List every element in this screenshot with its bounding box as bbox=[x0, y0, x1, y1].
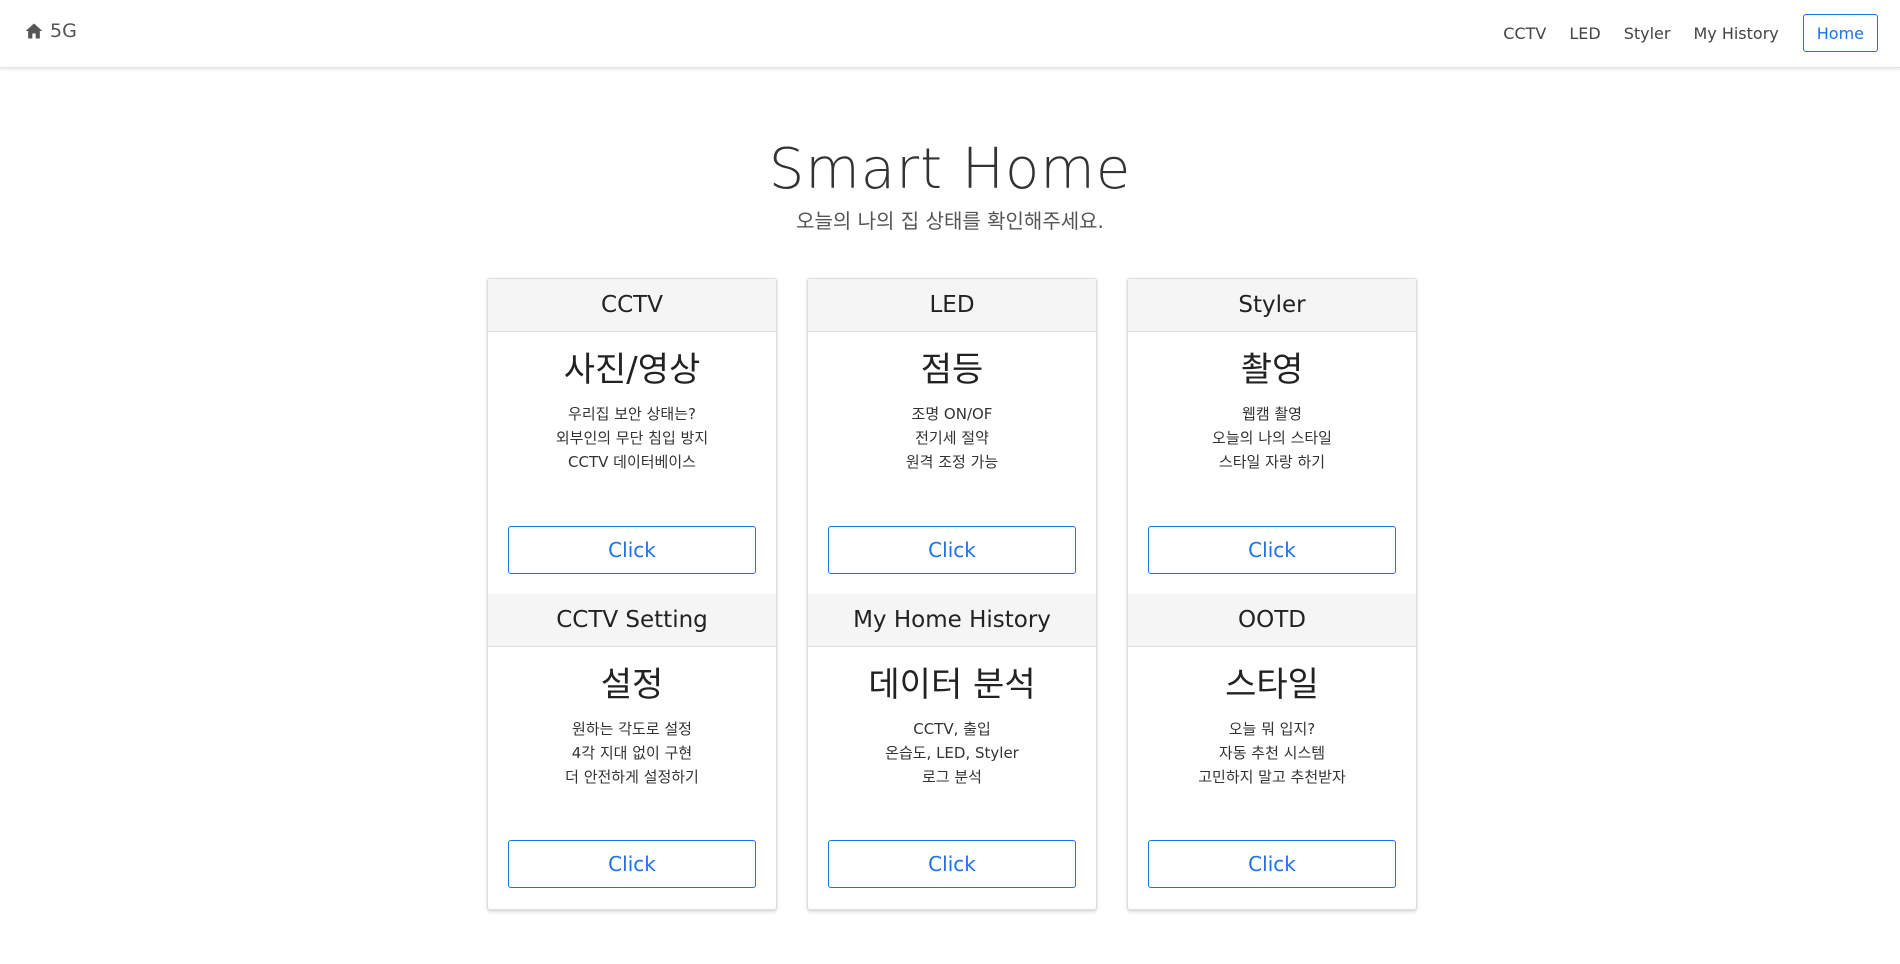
card-cctv: CCTV 사진/영상 우리집 보안 상태는? 외부인의 무단 침입 방지 CCT… bbox=[487, 278, 777, 596]
card-title: 사진/영상 bbox=[563, 350, 701, 390]
nav-link-led[interactable]: LED bbox=[1569, 24, 1600, 43]
card-header: CCTV Setting bbox=[488, 594, 776, 647]
card-title: 점등 bbox=[920, 350, 984, 390]
card-body: 데이터 분석 CCTV, 출입 온습도, LED, Styler 로그 분석 bbox=[808, 663, 1096, 789]
nav-links: CCTV LED Styler My History Home bbox=[1480, 14, 1878, 52]
card-styler: Styler 촬영 웹캠 촬영 오늘의 나의 스타일 스타일 자랑 하기 Cli… bbox=[1127, 278, 1417, 596]
card-body: 설정 원하는 각도로 설정 4각 지대 없이 구현 더 안전하게 설정하기 bbox=[488, 663, 776, 789]
card-title: 설정 bbox=[600, 665, 664, 705]
brand-label: 5G bbox=[50, 20, 77, 42]
top-navbar: 5G CCTV LED Styler My History Home bbox=[0, 0, 1900, 68]
card-header: My Home History bbox=[808, 594, 1096, 647]
card-header: Styler bbox=[1128, 279, 1416, 332]
card-title: 촬영 bbox=[1240, 350, 1304, 390]
card-text: 우리집 보안 상태는? 외부인의 무단 침입 방지 CCTV 데이터베이스 bbox=[555, 405, 709, 471]
home-icon bbox=[25, 23, 43, 39]
brand-link[interactable]: 5G bbox=[24, 20, 77, 42]
card-body: 사진/영상 우리집 보안 상태는? 외부인의 무단 침입 방지 CCTV 데이터… bbox=[488, 348, 776, 474]
nav-link-styler[interactable]: Styler bbox=[1624, 24, 1671, 43]
cctv-click-button[interactable]: Click bbox=[508, 526, 756, 574]
card-body: 점등 조명 ON/OF 전기세 절약 원격 조정 가능 bbox=[808, 348, 1096, 474]
card-ootd: OOTD 스타일 오늘 뭐 입지? 자동 추천 시스템 고민하지 말고 추천받자… bbox=[1127, 594, 1417, 910]
card-text: CCTV, 출입 온습도, LED, Styler 로그 분석 bbox=[885, 720, 1019, 786]
card-text: 오늘 뭐 입지? 자동 추천 시스템 고민하지 말고 추천받자 bbox=[1198, 720, 1346, 786]
nav-link-cctv[interactable]: CCTV bbox=[1503, 24, 1546, 43]
card-body: 스타일 오늘 뭐 입지? 자동 추천 시스템 고민하지 말고 추천받자 bbox=[1128, 663, 1416, 789]
nav-link-my-history[interactable]: My History bbox=[1693, 24, 1778, 43]
cctv-setting-click-button[interactable]: Click bbox=[508, 840, 756, 888]
card-text: 웹캠 촬영 오늘의 나의 스타일 스타일 자랑 하기 bbox=[1212, 405, 1332, 471]
page-title: Smart Home bbox=[768, 137, 1132, 202]
nav-home-button[interactable]: Home bbox=[1802, 14, 1878, 52]
my-home-history-click-button[interactable]: Click bbox=[828, 840, 1076, 888]
card-title: 스타일 bbox=[1225, 665, 1319, 705]
card-header: LED bbox=[808, 279, 1096, 332]
card-led: LED 점등 조명 ON/OF 전기세 절약 원격 조정 가능 Click bbox=[807, 278, 1097, 596]
hero-section: Smart Home 오늘의 나의 집 상태를 확인해주세요. bbox=[0, 132, 1900, 234]
card-header: OOTD bbox=[1128, 594, 1416, 647]
page-subtitle: 오늘의 나의 집 상태를 확인해주세요. bbox=[796, 209, 1104, 233]
card-title: 데이터 분석 bbox=[868, 665, 1036, 705]
card-my-home-history: My Home History 데이터 분석 CCTV, 출입 온습도, LED… bbox=[807, 594, 1097, 910]
led-click-button[interactable]: Click bbox=[828, 526, 1076, 574]
ootd-click-button[interactable]: Click bbox=[1148, 840, 1396, 888]
card-cctv-setting: CCTV Setting 설정 원하는 각도로 설정 4각 지대 없이 구현 더… bbox=[487, 594, 777, 910]
card-text: 조명 ON/OF 전기세 절약 원격 조정 가능 bbox=[905, 405, 999, 471]
card-header: CCTV bbox=[488, 279, 776, 332]
card-body: 촬영 웹캠 촬영 오늘의 나의 스타일 스타일 자랑 하기 bbox=[1128, 348, 1416, 474]
styler-click-button[interactable]: Click bbox=[1148, 526, 1396, 574]
card-text: 원하는 각도로 설정 4각 지대 없이 구현 더 안전하게 설정하기 bbox=[565, 720, 699, 786]
